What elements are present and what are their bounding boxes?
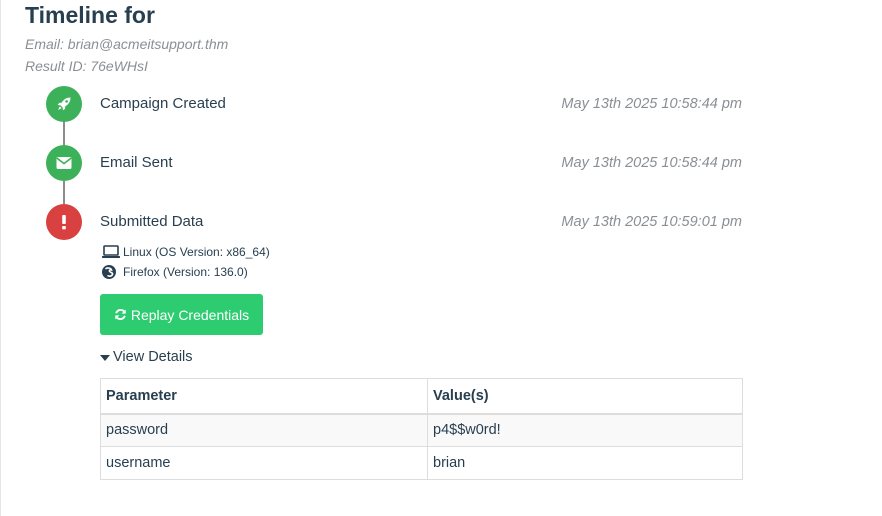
result-timeline-panel: Timeline for Email: brian@acmeitsupport.…	[0, 0, 882, 516]
rocket-icon	[46, 86, 82, 122]
os-text: Linux (OS Version: x86_64)	[123, 245, 270, 259]
parameter-cell: password	[100, 413, 428, 447]
event-time: May 13th 2025 10:59:01 pm	[561, 214, 742, 230]
replay-credentials-button[interactable]: Replay Credentials	[100, 294, 263, 335]
event-label-campaign-created: Campaign Created	[100, 95, 226, 112]
replay-credentials-label: Replay Credentials	[130, 306, 250, 323]
os-info: Linux (OS Version: x86_64)	[101, 244, 270, 260]
envelope-icon	[46, 145, 82, 181]
event-label-email-sent: Email Sent	[100, 154, 173, 171]
event-time: May 13th 2025 10:58:44 pm	[561, 96, 742, 112]
submitted-params-table: Parameter Value(s) password p4$$w0rd! us…	[100, 378, 743, 480]
event-time: May 13th 2025 10:58:44 pm	[561, 155, 742, 171]
exclamation-icon	[46, 204, 82, 240]
event-label-submitted-data: Submitted Data	[100, 213, 204, 230]
email-meta: Email: brian@acmeitsupport.thm	[25, 36, 229, 52]
view-details-toggle[interactable]: View Details	[100, 348, 193, 366]
result-id-meta: Result ID: 76eWHsI	[25, 58, 148, 74]
view-details-label: View Details	[113, 349, 193, 365]
table-row: password p4$$w0rd!	[100, 413, 743, 447]
page-title: Timeline for	[25, 2, 155, 28]
value-cell: p4$$w0rd!	[427, 413, 743, 447]
table-row: username brian	[100, 446, 743, 480]
column-header-parameter: Parameter	[100, 378, 428, 415]
caret-down-icon	[100, 354, 110, 361]
laptop-icon	[101, 244, 121, 260]
parameter-cell: username	[100, 446, 428, 480]
table-header-row: Parameter Value(s)	[100, 378, 743, 415]
browser-text: Firefox (Version: 136.0)	[123, 265, 248, 279]
firefox-icon	[101, 264, 121, 280]
column-header-values: Value(s)	[427, 378, 743, 415]
browser-info: Firefox (Version: 136.0)	[101, 264, 248, 280]
refresh-icon	[114, 308, 127, 321]
value-cell: brian	[427, 446, 743, 480]
